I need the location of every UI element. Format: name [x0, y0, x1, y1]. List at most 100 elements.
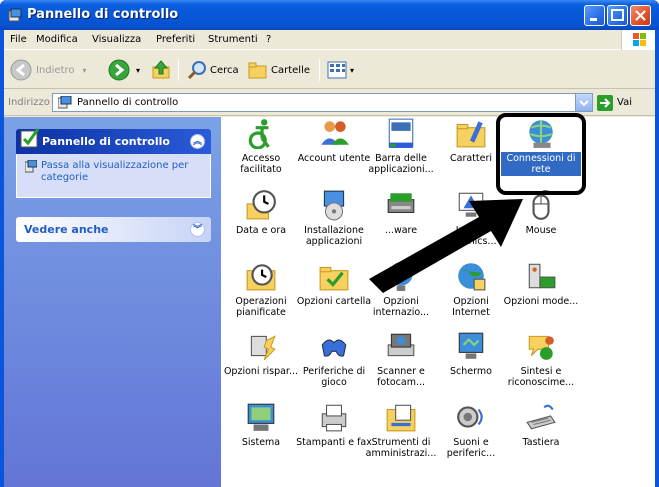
expand-icon[interactable]: ︾ [190, 222, 205, 237]
control-panel-item-label: Data e ora [235, 225, 287, 236]
speech-icon [528, 335, 554, 360]
control-panel-check-icon [20, 128, 40, 148]
folders-label: Cartelle [271, 64, 311, 76]
views-icon [327, 61, 347, 79]
search-icon [187, 61, 206, 80]
power-options-icon [250, 335, 276, 361]
control-panel-item[interactable]: Barra delle applicazioni... [361, 117, 441, 176]
window-frame-right [655, 30, 659, 487]
display-icon [458, 332, 484, 359]
back-label: Indietro [36, 64, 75, 76]
go-arrow-icon [597, 94, 613, 111]
address-input[interactable]: Pannello di controllo [52, 93, 593, 112]
control-panel-icon [8, 8, 22, 22]
sounds-icon [457, 406, 483, 428]
go-button[interactable]: Vai [597, 93, 645, 112]
control-panel-item-label: Scanner e fotocam... [376, 366, 426, 388]
control-panel-item-label: Opzioni rispar... [223, 366, 299, 377]
menu-help[interactable]: ? [266, 34, 271, 45]
control-panel-item[interactable]: Tastiera [501, 401, 581, 449]
forward-dropdown-icon[interactable]: ▾ [136, 66, 140, 75]
admin-tools-icon [386, 404, 416, 432]
folders-button[interactable]: Cartelle [247, 56, 310, 84]
folders-icon [248, 62, 267, 79]
control-panel-item-label: Accesso facilitato [240, 153, 282, 175]
control-panel-item[interactable]: Sistema [221, 401, 301, 449]
control-panel-window: Pannello di controllo File Modifica Visu… [0, 0, 659, 487]
up-folder-button[interactable] [150, 56, 172, 84]
control-panel-item[interactable]: Schermo [431, 330, 511, 378]
category-view-icon [25, 160, 37, 173]
close-button[interactable] [630, 5, 651, 26]
menu-bar: File Modifica Visualizza Preferiti Strum… [4, 30, 655, 50]
game-controller-icon [321, 339, 347, 357]
control-panel-item[interactable]: Operazioni pianificate [221, 260, 301, 319]
control-panel-item-label: Tastiera [522, 437, 560, 448]
title-bar[interactable]: Pannello di controllo [0, 0, 659, 30]
back-arrow-icon [10, 59, 32, 81]
control-panel-item[interactable]: Data e ora [221, 189, 301, 237]
control-panel-item-label: Operazioni pianificate [235, 296, 287, 318]
switch-to-category-view-link[interactable]: Passa alla visualizzazione per categorie [41, 160, 201, 184]
windows-logo [621, 30, 655, 50]
control-panel-item[interactable]: Opzioni rispar... [221, 330, 301, 378]
accessibility-icon [248, 119, 270, 149]
control-panel-item-label: Barra delle applicazioni... [368, 153, 434, 175]
control-panel-panel-title: Pannello di controllo [42, 135, 170, 148]
menu-preferiti[interactable]: Preferiti [156, 34, 195, 45]
task-pane: Pannello di controllo ︽ Passa alla visua… [4, 117, 221, 487]
chevron-down-icon [579, 100, 589, 107]
control-panel-item[interactable]: Strumenti di amministrazi... [361, 401, 441, 460]
back-dropdown-icon[interactable]: ▾ [83, 66, 87, 75]
up-folder-icon [152, 60, 170, 79]
forward-button[interactable]: ▾ [108, 56, 140, 84]
views-button[interactable]: ▾ [326, 56, 354, 84]
menu-visualizza[interactable]: Visualizza [92, 34, 141, 45]
toolbar-separator [178, 59, 179, 81]
maximize-button[interactable] [607, 5, 628, 26]
address-value: Pannello di controllo [77, 97, 179, 108]
control-panel-panel: Pannello di controllo ︽ Passa alla visua… [16, 128, 211, 198]
user-accounts-icon [321, 121, 349, 145]
menu-file[interactable]: File [10, 34, 27, 45]
views-dropdown-icon[interactable]: ▾ [350, 66, 354, 75]
minimize-icon [590, 18, 597, 21]
printers-fax-icon [321, 404, 347, 432]
control-panel-item[interactable]: Sintesi e riconoscime... [501, 330, 581, 389]
menu-strumenti[interactable]: Strumenti [208, 34, 258, 45]
search-button[interactable]: Cerca [186, 56, 239, 84]
control-panel-item[interactable]: Scanner e fotocam... [361, 330, 441, 389]
window-body: File Modifica Visualizza Preferiti Strum… [4, 30, 655, 487]
control-panel-item-label: Schermo [450, 366, 492, 377]
maximize-icon [611, 9, 624, 21]
scanner-camera-icon [387, 333, 415, 357]
back-button[interactable]: Indietro ▾ [10, 56, 87, 84]
add-remove-programs-icon [323, 190, 345, 221]
menu-modifica[interactable]: Modifica [36, 34, 78, 45]
control-panel-item-label: Sintesi e riconoscime... [507, 366, 575, 388]
search-label: Cerca [210, 64, 239, 76]
see-also-panel: Vedere anche ︾ [16, 217, 211, 242]
pointer-arrow-icon [369, 199, 523, 293]
go-label: Vai [617, 97, 632, 108]
collapse-icon[interactable]: ︽ [190, 134, 205, 149]
control-panel-item-label: Opzioni Internet [452, 296, 490, 318]
control-panel-item-label: Suoni e periferic... [446, 437, 496, 459]
control-panel-item[interactable]: Suoni e periferic... [431, 401, 511, 460]
see-also-title: Vedere anche [24, 223, 109, 236]
control-panel-icon [58, 96, 72, 109]
address-dropdown-button[interactable] [575, 94, 592, 111]
control-panel-item-label: Strumenti di amministrazi... [365, 437, 437, 459]
minimize-button[interactable] [584, 5, 605, 26]
see-also-panel-header[interactable]: Vedere anche ︾ [16, 217, 211, 242]
highlight-box [496, 113, 586, 195]
control-panel-item[interactable]: Accesso facilitato [221, 117, 301, 176]
window-title: Pannello di controllo [27, 7, 179, 22]
taskbar-icon [388, 118, 414, 148]
keyboard-icon [526, 404, 556, 430]
control-panel-item-label: Opzioni internazio... [372, 296, 430, 318]
control-panel-item-label: Caratteri [449, 153, 493, 164]
close-icon [635, 10, 646, 21]
control-panel-panel-header[interactable]: Pannello di controllo ︽ [16, 128, 211, 154]
fonts-folder-icon [456, 121, 486, 148]
